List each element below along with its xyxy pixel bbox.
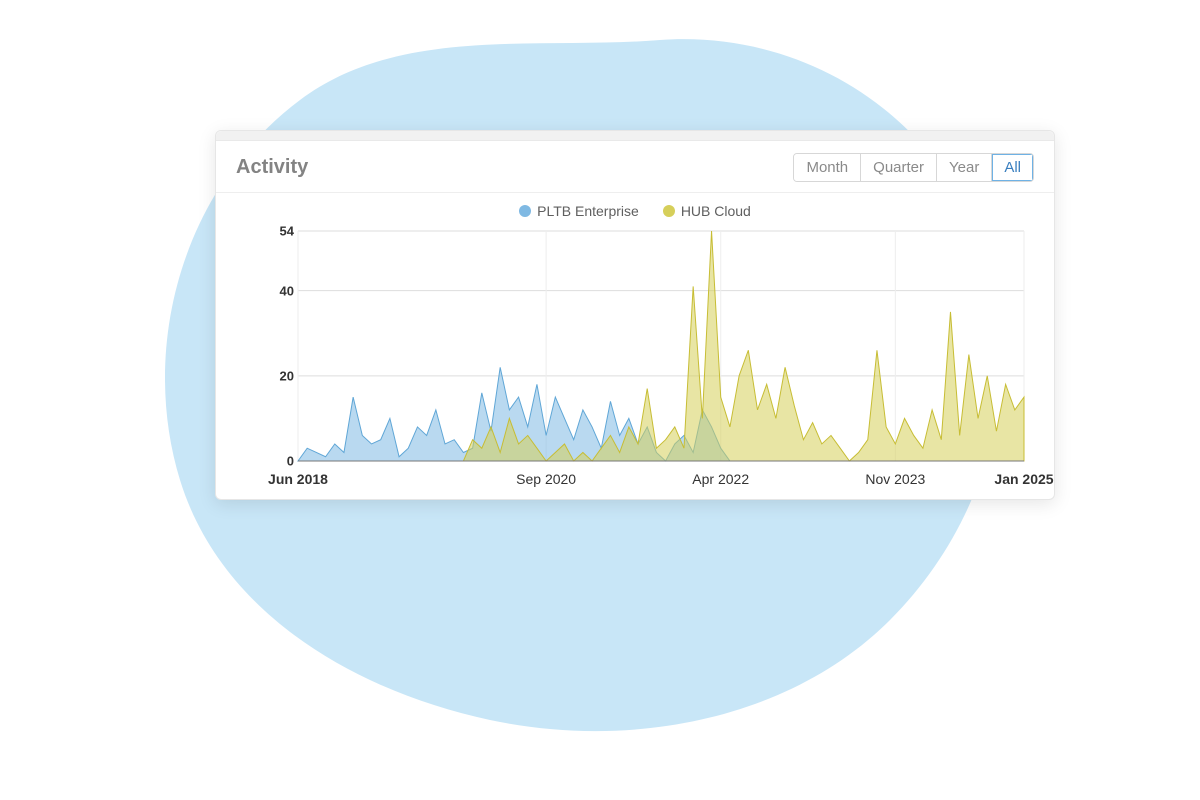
y-tick-label: 0 — [254, 454, 294, 469]
legend-item-hub[interactable]: HUB Cloud — [663, 203, 751, 219]
x-tick-label: Nov 2023 — [865, 471, 925, 487]
x-tick-label: Sep 2020 — [516, 471, 576, 487]
legend-item-pltb[interactable]: PLTB Enterprise — [519, 203, 639, 219]
range-year-button[interactable]: Year — [937, 154, 992, 181]
chart-area: PLTB Enterprise HUB Cloud 0 20 40 54 Jun 201… — [216, 193, 1054, 499]
card-header: Activity Month Quarter Year All — [216, 141, 1054, 193]
x-tick-label: Jun 2018 — [268, 471, 328, 487]
chart-legend: PLTB Enterprise HUB Cloud — [236, 203, 1034, 219]
y-tick-label: 54 — [254, 224, 294, 239]
series-area — [298, 231, 1024, 461]
y-tick-label: 40 — [254, 283, 294, 298]
legend-label-pltb: PLTB Enterprise — [537, 203, 639, 219]
x-tick-label: Jan 2025 — [994, 471, 1053, 487]
time-range-group: Month Quarter Year All — [793, 153, 1034, 182]
range-quarter-button[interactable]: Quarter — [861, 154, 937, 181]
legend-dot-pltb — [519, 205, 531, 217]
legend-label-hub: HUB Cloud — [681, 203, 751, 219]
chart-svg — [236, 225, 1034, 465]
range-all-button[interactable]: All — [992, 154, 1033, 181]
y-tick-label: 20 — [254, 368, 294, 383]
x-tick-label: Apr 2022 — [692, 471, 749, 487]
range-month-button[interactable]: Month — [794, 154, 861, 181]
chart-plot: 0204054Jun 2018Sep 2020Apr 2022Nov 2023J… — [236, 225, 1034, 465]
card-title: Activity — [236, 156, 308, 179]
card-chrome-bar — [216, 131, 1054, 141]
activity-card: Activity Month Quarter Year All PLTB Ent… — [215, 130, 1055, 500]
legend-dot-hub — [663, 205, 675, 217]
